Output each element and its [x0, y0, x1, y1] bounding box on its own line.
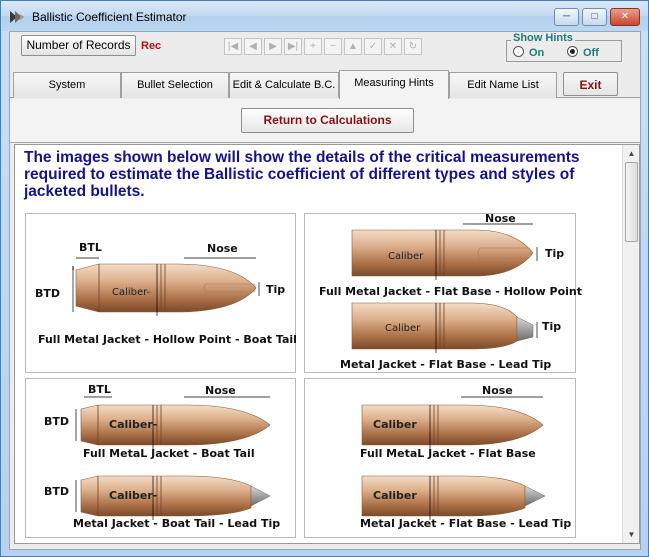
caption-mj-bt-lt: Metal Jacket - Boat Tail - Lead Tip [73, 517, 281, 530]
title-bar[interactable]: Ballistic Coefficient Estimator ─ □ ✕ [1, 1, 648, 31]
scroll-thumb[interactable] [625, 162, 638, 242]
label-nose-top: Nose [485, 212, 516, 225]
tab-bullet-selection[interactable]: Bullet Selection [121, 72, 229, 98]
tab-edit-calculate-bc[interactable]: Edit & Calculate B.C. [229, 72, 339, 98]
show-hints-legend: Show Hints [511, 32, 575, 44]
minimize-icon: ─ [562, 11, 571, 22]
label-caliber: Caliber- [112, 287, 151, 298]
return-to-calculations-button[interactable]: Return to Calculations [241, 108, 414, 133]
label-caliber-top: Caliber [388, 251, 424, 262]
label-tip: Tip [266, 283, 286, 296]
caption-fmj-hp-bt: Full Metal Jacket - Hollow Point - Boat … [38, 333, 297, 346]
main-client-area: Number of Records Rec |◀ ◀ ▶ ▶| + − ▲ ✓ … [9, 31, 641, 550]
bullet-panel-flat-base-pair: Nose Tip Caliber Full Metal Jacket - Fla… [304, 212, 582, 373]
close-icon: ✕ [620, 11, 630, 22]
edit-record-icon[interactable]: ▲ [344, 38, 362, 55]
bullet-panel-boat-tail-pair: BTL Nose BTD Caliber- Full MetaL Jacket … [25, 378, 296, 538]
label-btl-bt: BTL [88, 383, 111, 396]
hints-on-radio[interactable]: On [513, 46, 544, 59]
label-caliber-fb: Caliber [373, 418, 417, 431]
rec-label: Rec [141, 40, 162, 52]
last-record-icon[interactable]: ▶| [284, 38, 302, 55]
label-btd: BTD [35, 287, 61, 300]
hints-scroll-pane[interactable]: The images shown below will show the det… [14, 144, 640, 544]
bullet-panel-fmj-hp-bt: BTL BTD Nose Tip Caliber- Full Metal Jac… [25, 213, 297, 373]
label-tip-bottom: Tip [542, 320, 562, 333]
previous-record-icon[interactable]: ◀ [244, 38, 262, 55]
radio-unchecked-icon[interactable] [513, 46, 524, 57]
bullet-diagram-fmj-hp-bt [72, 257, 260, 316]
app-icon [10, 11, 24, 23]
window-title: Ballistic Coefficient Estimator [32, 10, 187, 24]
scroll-down-icon[interactable]: ▼ [624, 527, 639, 542]
refresh-record-icon[interactable]: ↻ [404, 38, 422, 55]
caption-fmj-fb: Full MetaL Jacket - Flat Base [360, 447, 536, 460]
label-btl: BTL [79, 241, 102, 254]
label-nose: Nose [207, 242, 238, 255]
number-of-records-button[interactable]: Number of Records [21, 35, 136, 56]
add-record-icon[interactable]: + [304, 38, 322, 55]
delete-record-icon[interactable]: − [324, 38, 342, 55]
maximize-button[interactable]: □ [582, 8, 607, 26]
caption-mj-fb-lt: Metal Jacket - Flat Base - Lead Tip [340, 358, 552, 371]
cancel-record-icon[interactable]: ✕ [384, 38, 402, 55]
maximize-icon: □ [591, 11, 598, 22]
label-caliber-bottom: Caliber [385, 323, 421, 334]
tab-edit-name-list[interactable]: Edit Name List [449, 72, 557, 98]
tab-strip: System Bullet Selection Edit & Calculate… [10, 70, 640, 99]
hints-off-radio[interactable]: Off [567, 46, 599, 59]
radio-checked-icon[interactable] [567, 46, 578, 57]
post-record-icon[interactable]: ✓ [364, 38, 382, 55]
label-btd-bt-lt: BTD [44, 485, 70, 498]
first-record-icon[interactable]: |◀ [224, 38, 242, 55]
caption-fmj-bt: Full MetaL Jacket - Boat Tail [83, 447, 255, 460]
exit-button[interactable]: Exit [563, 72, 618, 96]
hints-header-panel: Return to Calculations [10, 99, 640, 143]
bullet-panel-flat-base-plain-pair: Nose Caliber Full MetaL Jacket - Flat Ba… [304, 378, 576, 538]
label-btd-bt: BTD [44, 415, 70, 428]
app-window: Ballistic Coefficient Estimator ─ □ ✕ Nu… [0, 0, 649, 557]
tab-system[interactable]: System [13, 72, 121, 98]
caption-mj-fb-lt-2: Metal Jacket - Flat Base - Lead Tip [360, 517, 572, 530]
label-caliber-bt: Caliber- [109, 418, 158, 431]
caption-fmj-fb-hp: Full Metal Jacket - Flat Base - Hollow P… [319, 285, 583, 298]
intro-text: The images shown below will show the det… [24, 149, 580, 200]
label-nose-bt: Nose [205, 384, 236, 397]
label-tip-top: Tip [545, 247, 565, 260]
show-hints-group: Show Hints On Off [506, 32, 622, 62]
close-button[interactable]: ✕ [610, 8, 640, 26]
next-record-icon[interactable]: ▶ [264, 38, 282, 55]
label-nose-fb: Nose [482, 384, 513, 397]
tab-measuring-hints[interactable]: Measuring Hints [339, 70, 449, 99]
label-caliber-fb-lt: Caliber [373, 489, 417, 502]
scroll-up-icon[interactable]: ▲ [624, 146, 639, 161]
minimize-button[interactable]: ─ [554, 8, 579, 26]
label-caliber-bt-lt: Caliber- [109, 489, 158, 502]
vertical-scrollbar[interactable]: ▲ ▼ [622, 145, 639, 543]
